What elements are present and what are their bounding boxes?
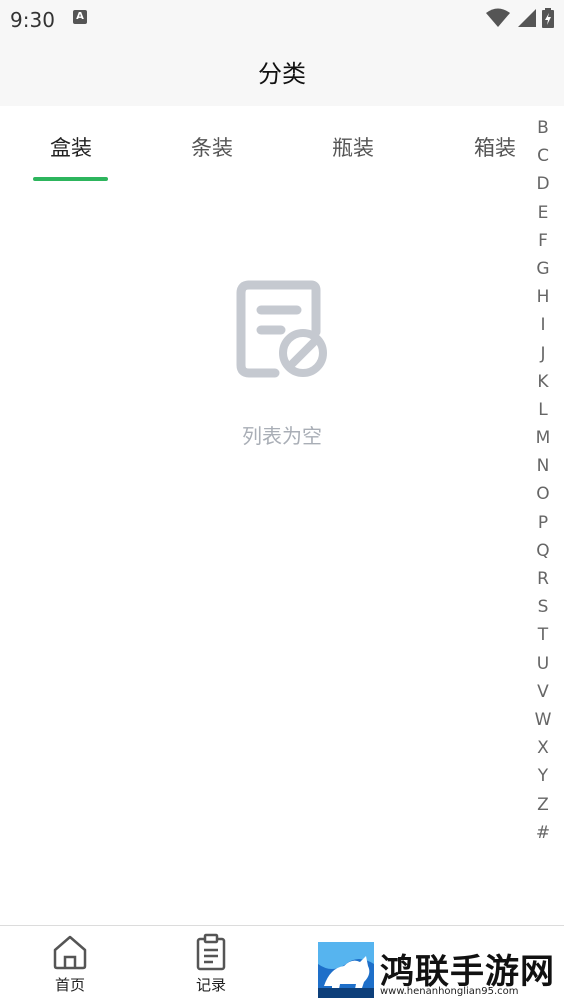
index-letter[interactable]: U	[537, 650, 549, 678]
index-letter[interactable]: E	[538, 199, 549, 227]
index-letter[interactable]: Q	[536, 537, 549, 565]
battery-icon	[542, 8, 554, 28]
index-letter[interactable]: C	[537, 142, 549, 170]
home-icon	[53, 935, 87, 970]
index-letter[interactable]: B	[537, 114, 549, 142]
watermark-url: www.henanhonglian95.com	[380, 986, 519, 997]
index-letter[interactable]: P	[538, 509, 548, 537]
status-time: 9:30	[10, 8, 55, 32]
page-title: 分类	[258, 60, 306, 88]
nav-home-label: 首页	[54, 976, 85, 994]
index-letter[interactable]: T	[538, 621, 548, 649]
index-letter[interactable]: D	[536, 170, 549, 198]
status-icons	[486, 8, 554, 28]
header: 分类	[0, 40, 564, 106]
signal-icon	[518, 9, 536, 27]
active-tab-indicator	[33, 177, 108, 181]
category-tabs: 盒装 条装 瓶装 箱装	[0, 106, 530, 186]
watermark: 鸿联手游网 www.henanhonglian95.com	[318, 942, 558, 1002]
index-letter[interactable]: H	[537, 283, 550, 311]
nav-home[interactable]: 首页	[30, 932, 110, 995]
index-letter[interactable]: V	[537, 678, 549, 706]
index-letter[interactable]: L	[538, 396, 547, 424]
index-letter[interactable]: F	[538, 227, 548, 255]
index-letter[interactable]: M	[536, 424, 551, 452]
clipboard-icon	[196, 933, 226, 971]
tab-box[interactable]: 盒装	[21, 132, 121, 162]
index-letter[interactable]: G	[536, 255, 549, 283]
wifi-icon	[486, 8, 510, 27]
index-letter[interactable]: J	[540, 340, 545, 368]
index-letter[interactable]: K	[537, 368, 548, 396]
index-letter[interactable]: W	[535, 706, 552, 734]
tab-strip[interactable]: 条装	[162, 132, 262, 162]
notification-icon: A	[73, 10, 87, 24]
index-letter[interactable]: N	[537, 452, 550, 480]
alphabet-index[interactable]: B C D E F G H I J K L M N O P Q R S T U …	[530, 114, 556, 847]
nav-records[interactable]: 记录	[171, 932, 251, 995]
index-letter[interactable]: X	[537, 734, 549, 762]
index-letter[interactable]: #	[536, 819, 550, 847]
index-letter[interactable]: S	[538, 593, 549, 621]
empty-list-icon	[236, 280, 327, 378]
index-letter[interactable]: O	[536, 480, 549, 508]
index-letter[interactable]: R	[537, 565, 549, 593]
status-bar: 9:30 A	[0, 0, 564, 40]
nav-records-label: 记录	[195, 976, 226, 994]
index-letter[interactable]: Y	[538, 762, 548, 790]
empty-state-text: 列表为空	[242, 424, 322, 448]
tab-bottle[interactable]: 瓶装	[303, 132, 403, 162]
index-letter[interactable]: Z	[537, 791, 549, 819]
index-letter[interactable]: I	[540, 311, 545, 339]
watermark-logo	[318, 942, 374, 998]
